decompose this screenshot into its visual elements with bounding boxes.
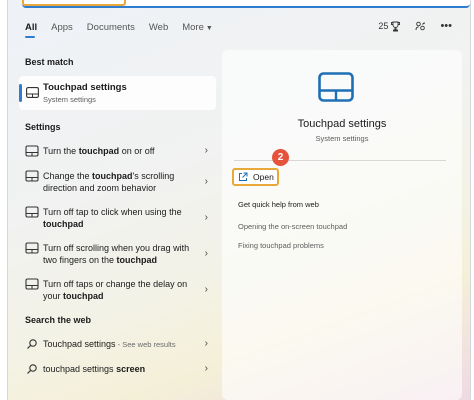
search-icon (27, 339, 37, 349)
best-match-subtitle: System settings (43, 95, 96, 104)
label-bold: touchpad (63, 291, 104, 301)
account-switch-icon[interactable] (415, 21, 426, 32)
chevron-right-icon: › (204, 363, 208, 374)
help-link-onscreen-touchpad[interactable]: Opening the on-screen touchpad (238, 222, 347, 231)
filter-tabs: All Apps Documents Web More ▼ (25, 22, 227, 38)
detail-subtitle: System settings (315, 134, 369, 143)
touchpad-icon (25, 170, 39, 182)
trophy-icon (391, 21, 401, 31)
tab-more[interactable]: More ▼ (182, 22, 213, 38)
tab-all[interactable]: All (25, 22, 37, 38)
tab-web[interactable]: Web (149, 22, 168, 38)
label-bold: touchpad (92, 171, 133, 181)
open-external-icon (239, 172, 248, 181)
touchpad-icon (25, 206, 39, 218)
rewards-points[interactable]: 25 (378, 21, 401, 32)
label-text: on or off (119, 146, 155, 156)
divider (234, 160, 446, 161)
tab-documents[interactable]: Documents (87, 22, 135, 38)
settings-item-label: Turn off tap to click when using the tou… (43, 206, 201, 230)
label-text: Turn off tap to click when using the (43, 207, 182, 217)
rewards-points-value: 25 (378, 21, 389, 31)
settings-heading: Settings (25, 122, 61, 132)
label-text: Turn the (43, 146, 79, 156)
quick-help-heading: Get quick help from web (238, 200, 319, 209)
label-muted: - See web results (115, 340, 176, 349)
label-bold: screen (116, 364, 146, 374)
web-result-label: touchpad settings screen (43, 363, 201, 375)
chevron-down-icon: ▼ (205, 25, 213, 32)
settings-item-label: Turn off scrolling when you drag with tw… (43, 242, 201, 266)
chevron-right-icon: › (204, 248, 208, 259)
settings-item-label: Turn the touchpad on or off (43, 145, 201, 157)
tab-more-label: More (182, 22, 204, 33)
label-bold: touchpad (43, 219, 84, 229)
search-web-heading: Search the web (25, 315, 92, 325)
open-button-label: Open (253, 172, 274, 182)
best-match-title: Touchpad settings (43, 82, 127, 93)
selection-indicator (19, 84, 22, 102)
settings-item-label: Change the touchpad's scrolling directio… (43, 170, 201, 194)
touchpad-icon (26, 87, 39, 98)
chevron-right-icon: › (204, 338, 208, 349)
search-input-highlight (22, 0, 126, 6)
search-icon (27, 364, 37, 374)
tab-apps[interactable]: Apps (51, 22, 73, 38)
touchpad-icon (25, 278, 39, 290)
web-result-label: Touchpad settings - See web results (43, 338, 201, 351)
open-button[interactable]: Open (232, 168, 279, 186)
label-text: touchpad settings (43, 364, 117, 374)
chevron-right-icon: › (204, 145, 208, 156)
detail-title: Touchpad settings (297, 118, 387, 130)
more-options-icon[interactable]: ••• (440, 20, 452, 32)
chevron-right-icon: › (204, 212, 208, 223)
best-match-heading: Best match (25, 57, 74, 67)
touchpad-icon (25, 242, 39, 254)
label-bold: touchpad (78, 146, 120, 156)
detail-pane: Touchpad settings System settings 2 Open… (222, 50, 462, 400)
label-text: Change the (43, 171, 93, 181)
settings-item-label: Turn off taps or change the delay on you… (43, 278, 201, 302)
help-link-fixing-touchpad[interactable]: Fixing touchpad problems (238, 241, 324, 250)
label-bold: touchpad (116, 255, 158, 265)
chevron-right-icon: › (204, 284, 208, 295)
top-right-actions: 25 ••• (364, 20, 452, 32)
best-match-result[interactable]: Touchpad settings System settings (19, 76, 216, 110)
label-text: Touchpad settings (43, 339, 116, 349)
touchpad-icon (25, 145, 39, 157)
touchpad-icon (318, 72, 354, 102)
step-badge: 2 (272, 149, 289, 166)
chevron-right-icon: › (204, 176, 208, 187)
